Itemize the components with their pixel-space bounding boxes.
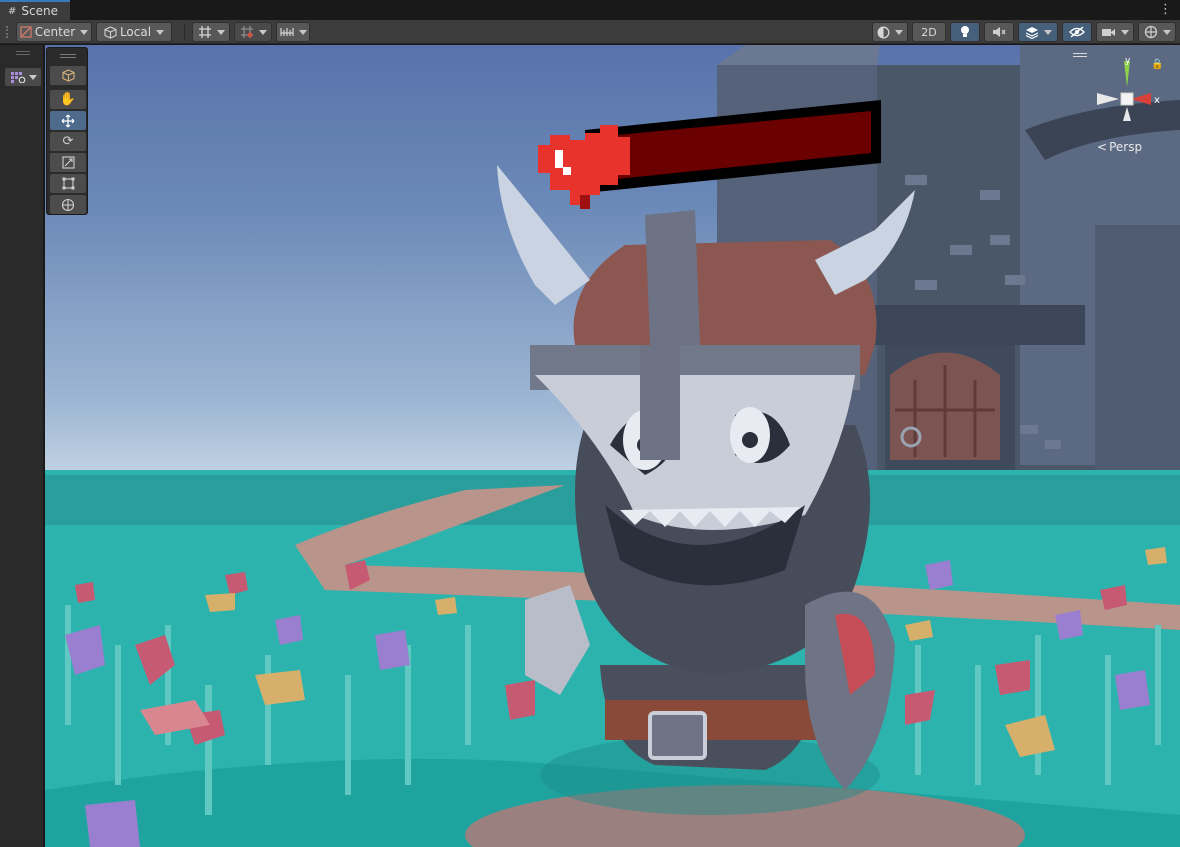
cube-local-icon [104, 25, 117, 39]
transform-tool[interactable] [50, 195, 86, 214]
transform-icon [61, 198, 75, 211]
x-axis-cone[interactable] [1131, 93, 1151, 105]
audio-toggle[interactable] [984, 22, 1014, 42]
center-cube[interactable] [1120, 92, 1134, 106]
projection-toggle[interactable]: < Persp [1097, 140, 1142, 154]
hand-icon: ✋ [59, 92, 77, 107]
scale-tool[interactable] [50, 153, 86, 172]
increment-snap-icon [240, 26, 253, 38]
space-dropdown[interactable]: Local [96, 22, 172, 42]
grid-icon: # [8, 5, 17, 17]
scene-render [45, 45, 1180, 847]
increment-snap-button[interactable] [234, 22, 272, 42]
tab-scene-label: Scene [21, 4, 58, 18]
x-axis-label: x [1154, 95, 1160, 106]
rotate-tool[interactable]: ⟳ [50, 132, 86, 151]
chevron-left-icon: < [1097, 140, 1108, 154]
effects-layers-icon [1025, 26, 1038, 39]
grid-snap-button[interactable] [192, 22, 230, 42]
overlay-strip [0, 45, 44, 847]
toolbar-separator [184, 23, 185, 41]
pivot-label: Center [34, 25, 76, 39]
neg-z-axis-cone[interactable] [1123, 107, 1131, 121]
scene-viewport[interactable]: y x 🔒 < Persp [45, 45, 1180, 847]
strip-handle[interactable] [16, 51, 30, 55]
draw-mode-dropdown[interactable] [872, 22, 908, 42]
kebab-menu-icon[interactable]: ⋮ [1159, 2, 1172, 17]
view-tool-cube[interactable] [50, 66, 86, 85]
lock-icon[interactable]: 🔒 [1151, 59, 1163, 70]
pivot-icon [20, 26, 32, 38]
rect-tool[interactable] [50, 174, 86, 193]
audio-mute-icon [993, 27, 1006, 37]
heart-icon [538, 125, 630, 209]
camera-dropdown[interactable] [1096, 22, 1134, 42]
effects-dropdown[interactable] [1018, 22, 1058, 42]
move-icon [61, 114, 75, 127]
y-axis-label: y [1125, 57, 1131, 66]
shading-mode-icon [877, 26, 890, 38]
grid-snap-icon [198, 26, 211, 38]
lightbulb-icon [961, 26, 969, 37]
2d-toggle-label: 2D [921, 25, 937, 39]
rect-transform-icon [62, 177, 74, 190]
rotate-icon: ⟳ [62, 134, 74, 149]
pivot-dropdown[interactable]: Center [16, 22, 92, 42]
tools-handle[interactable] [60, 54, 76, 58]
scene-toolbar: Center Local 2D [0, 20, 1180, 44]
ruler-icon [279, 28, 294, 36]
gizmos-dropdown[interactable] [1138, 22, 1176, 42]
gizmos-icon [1144, 25, 1157, 39]
chevron-down-icon [28, 74, 37, 80]
neg-x-axis-cone[interactable] [1097, 93, 1119, 105]
toolbar-grip[interactable] [6, 26, 12, 38]
projection-label: Persp [1109, 140, 1143, 154]
hidden-eye-icon [1069, 26, 1085, 38]
tab-bar: # Scene ⋮ [0, 0, 1180, 20]
space-label: Local [119, 25, 152, 39]
camera-icon [1102, 28, 1115, 36]
hand-tool[interactable]: ✋ [50, 90, 86, 109]
ruler-button[interactable] [276, 22, 310, 42]
cube-icon [61, 69, 75, 82]
2d-toggle[interactable]: 2D [912, 22, 946, 42]
tools-overlay: ✋ ⟳ [46, 47, 88, 215]
move-tool[interactable] [50, 111, 86, 130]
lighting-toggle[interactable] [950, 22, 980, 42]
visibility-toggle[interactable] [1062, 22, 1092, 42]
overlay-icon [10, 72, 25, 83]
scale-icon [61, 156, 75, 169]
overlay-menu-button[interactable] [4, 67, 42, 87]
tab-scene[interactable]: # Scene [0, 0, 70, 20]
